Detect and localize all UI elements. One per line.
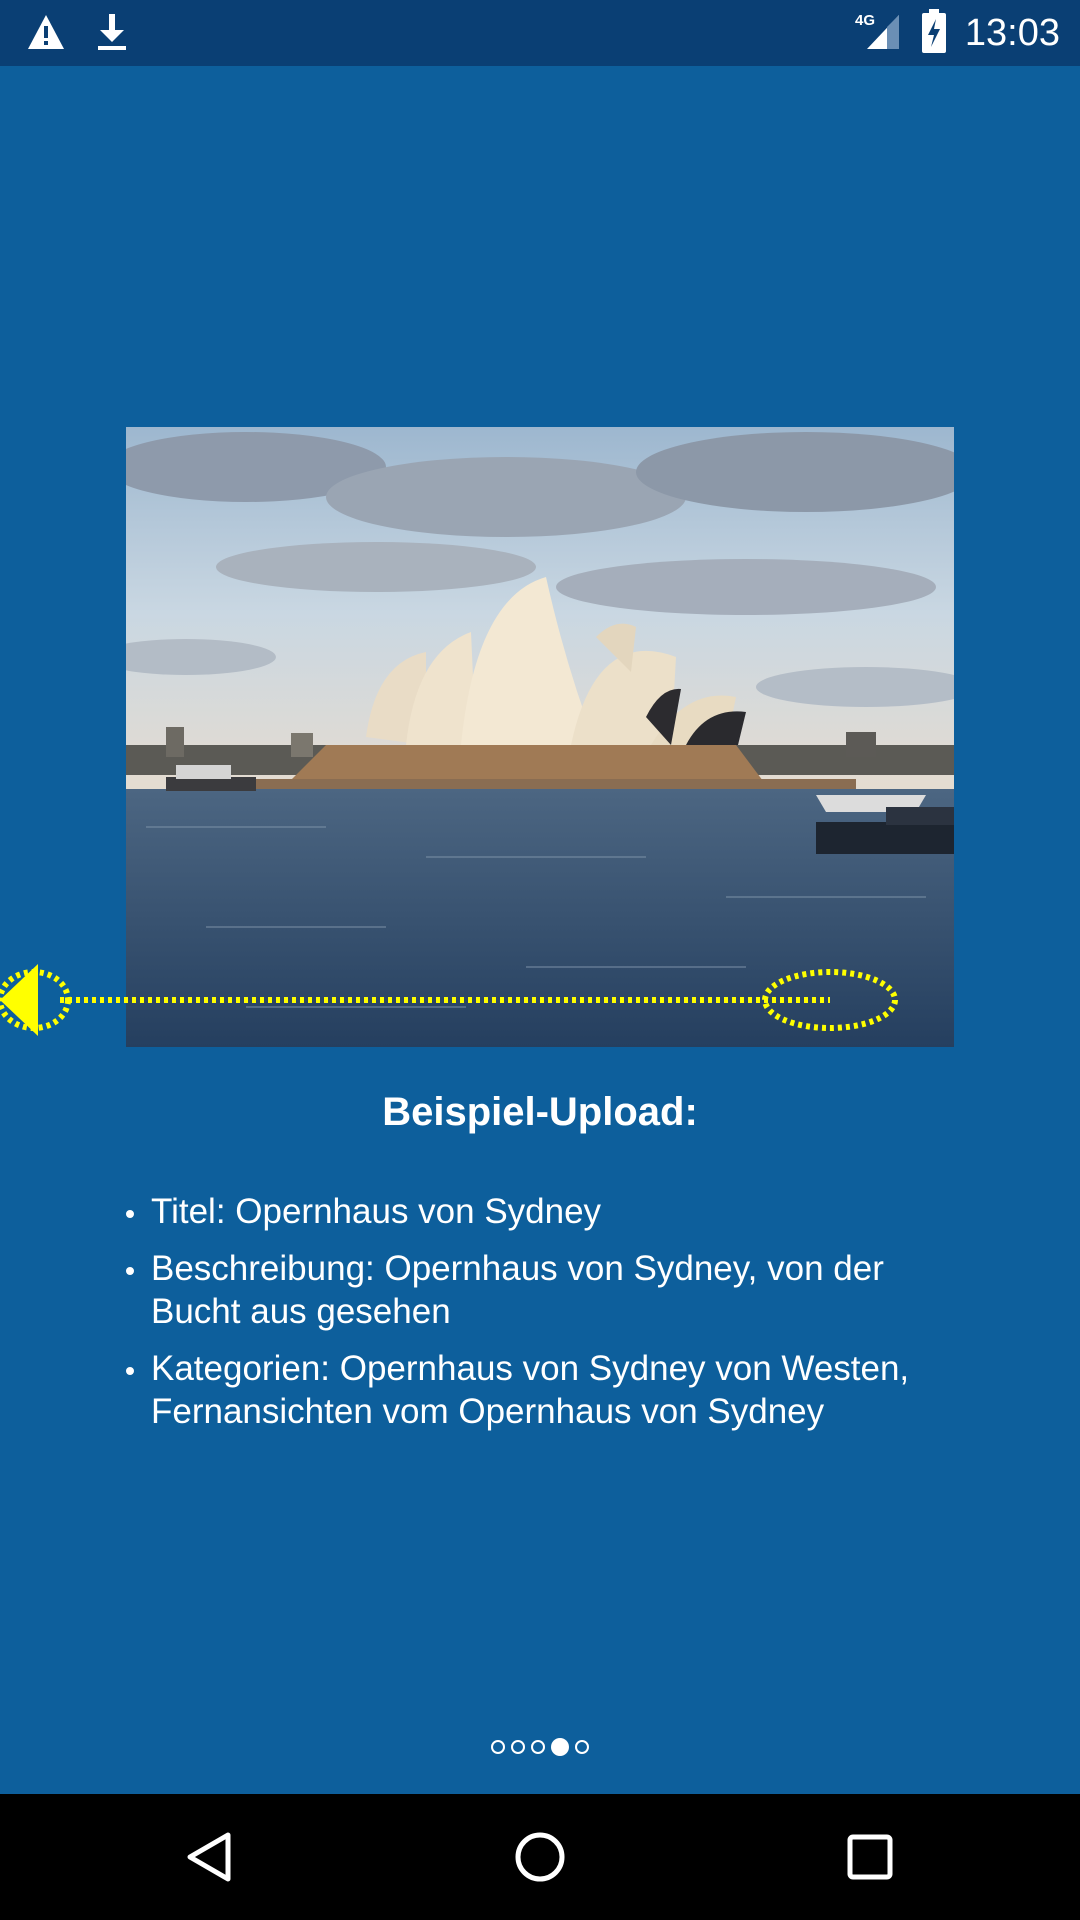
- page-indicator: [0, 1738, 1080, 1756]
- sydney-opera-house-photo: [126, 427, 954, 1047]
- list-item: Titel: Opernhaus von Sydney: [126, 1190, 966, 1233]
- signal-icon: 4G: [855, 9, 903, 58]
- warning-icon: [26, 13, 66, 56]
- upload-example-list: Titel: Opernhaus von Sydney Beschreibung…: [126, 1190, 966, 1447]
- home-icon[interactable]: [510, 1827, 570, 1887]
- list-item: Beschreibung: Opernhaus von Sydney, von …: [126, 1247, 966, 1333]
- battery-charging-icon: [921, 8, 947, 58]
- navigation-bar: [0, 1794, 1080, 1920]
- page-dot-1[interactable]: [491, 1740, 505, 1754]
- list-item: Kategorien: Opernhaus von Sydney von Wes…: [126, 1347, 966, 1433]
- status-bar: 4G 13:03: [0, 0, 1080, 66]
- page-dot-5[interactable]: [575, 1740, 589, 1754]
- recents-icon[interactable]: [840, 1827, 900, 1887]
- page-dot-3[interactable]: [531, 1740, 545, 1754]
- slide-heading: Beispiel-Upload:: [382, 1090, 698, 1134]
- back-icon[interactable]: [180, 1827, 240, 1887]
- page-dot-2[interactable]: [511, 1740, 525, 1754]
- page-dot-4-active[interactable]: [551, 1738, 569, 1756]
- svg-text:4G: 4G: [855, 12, 875, 29]
- clock: 13:03: [964, 12, 1060, 54]
- download-icon: [96, 12, 128, 57]
